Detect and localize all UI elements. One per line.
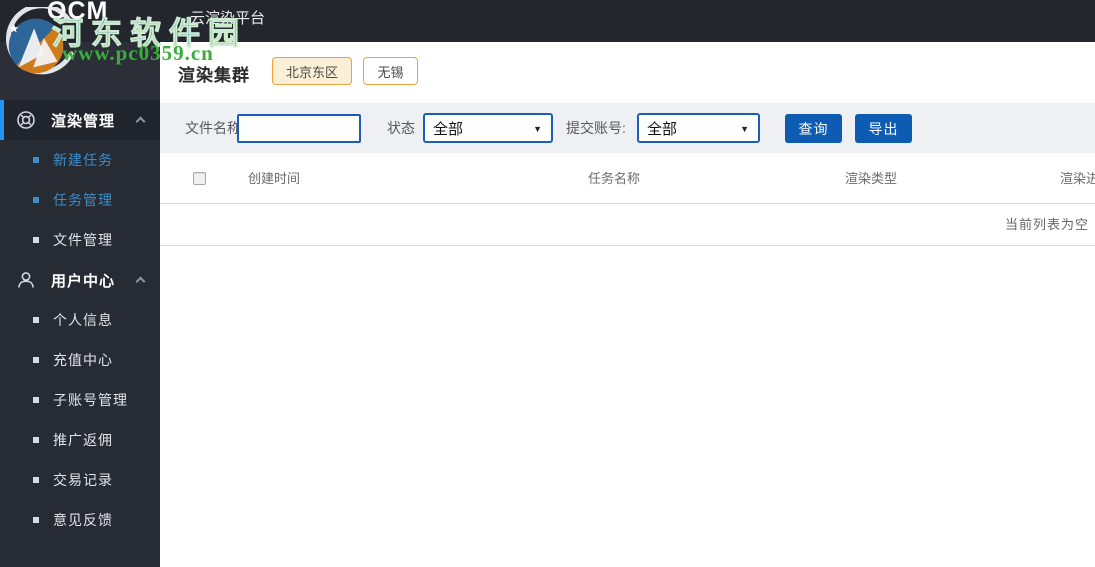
sidebar-item-label: 个人信息 xyxy=(53,312,113,328)
sidebar-item-label: 子账号管理 xyxy=(53,392,128,408)
chevron-up-icon xyxy=(135,116,146,127)
sidebar-item-recharge-center[interactable]: 充值中心 xyxy=(0,340,160,380)
sidebar-item-feedback[interactable]: 意见反馈 xyxy=(0,500,160,540)
bullet-icon xyxy=(33,477,39,483)
dropdown-arrow-icon: ▼ xyxy=(740,124,749,134)
column-header-create-time: 创建时间 xyxy=(248,171,301,186)
column-header-task-name: 任务名称 xyxy=(588,171,641,186)
sidebar-item-new-task[interactable]: 新建任务 xyxy=(0,140,160,180)
select-all-checkbox[interactable] xyxy=(193,172,206,185)
section-label-user-center: 用户中心 xyxy=(51,272,116,290)
sidebar-item-label: 任务管理 xyxy=(53,192,113,208)
sidebar-item-transaction-records[interactable]: 交易记录 xyxy=(0,460,160,500)
section-label-render-management: 渲染管理 xyxy=(51,112,116,130)
export-button[interactable]: 导出 xyxy=(855,114,912,143)
submit-account-select-value: 全部 xyxy=(647,120,678,138)
sidebar-section-user-center[interactable]: 用户中心 xyxy=(0,260,160,300)
platform-title: 云渲染平台 xyxy=(190,10,266,27)
qcm-logo-text: QCM xyxy=(47,0,109,25)
status-label: 状态 xyxy=(387,120,415,136)
main-content: 渲染集群 北京东区 无锡 文件名称 状态 全部 ▼ 提交账号: 全部 ▼ 查询 … xyxy=(160,42,1095,567)
status-select[interactable]: 全部 ▼ xyxy=(423,113,553,143)
sidebar-item-label: 推广返佣 xyxy=(53,432,113,448)
region-button-wuxi[interactable]: 无锡 xyxy=(363,57,418,85)
table-header-row: 创建时间 任务名称 渲染类型 渲染进度 xyxy=(160,153,1095,204)
column-header-render-progress: 渲染进度 xyxy=(1060,171,1095,186)
sidebar-item-label: 意见反馈 xyxy=(53,512,113,528)
sidebar-item-personal-info[interactable]: 个人信息 xyxy=(0,300,160,340)
sidebar-item-task-management[interactable]: 任务管理 xyxy=(0,180,160,220)
file-name-input[interactable] xyxy=(237,114,361,143)
sidebar-item-file-management[interactable]: 文件管理 xyxy=(0,220,160,260)
chevron-up-icon xyxy=(135,276,146,287)
sidebar-item-subaccount-management[interactable]: 子账号管理 xyxy=(0,380,160,420)
sidebar-menu: 渲染管理 新建任务 任务管理 文件管理 用户中心 个人信息 充值中心 子账号管理… xyxy=(0,100,160,540)
sidebar-section-render-management[interactable]: 渲染管理 xyxy=(0,100,160,140)
bullet-icon xyxy=(33,317,39,323)
page-title: 渲染集群 xyxy=(178,66,250,85)
region-button-beijing-east[interactable]: 北京东区 xyxy=(272,57,352,85)
filter-bar: 文件名称 状态 全部 ▼ 提交账号: 全部 ▼ 查询 导出 xyxy=(160,103,1095,153)
aperture-icon xyxy=(17,111,35,129)
dropdown-arrow-icon: ▼ xyxy=(533,124,542,134)
bullet-icon xyxy=(33,437,39,443)
sidebar: 渲染管理 新建任务 任务管理 文件管理 用户中心 个人信息 充值中心 子账号管理… xyxy=(0,42,160,567)
bullet-icon xyxy=(33,157,39,163)
content-header: 渲染集群 北京东区 无锡 xyxy=(160,42,1095,103)
bullet-icon xyxy=(33,197,39,203)
table-empty-row: 当前列表为空 xyxy=(160,204,1095,246)
sidebar-item-label: 交易记录 xyxy=(53,472,113,488)
file-name-label: 文件名称 xyxy=(185,120,241,136)
status-select-value: 全部 xyxy=(433,120,464,138)
submit-account-label: 提交账号: xyxy=(566,120,626,136)
cloud-render-platform-window: 云渲染平台 QCM 渲染管理 新建任务 任务管理 文件管理 用户中心 个人信息 … xyxy=(0,0,1095,567)
topbar: 云渲染平台 xyxy=(0,0,1095,42)
sidebar-item-label: 充值中心 xyxy=(53,352,113,368)
bullet-icon xyxy=(33,397,39,403)
bullet-icon xyxy=(33,517,39,523)
sidebar-item-promotion-rebate[interactable]: 推广返佣 xyxy=(0,420,160,460)
query-button[interactable]: 查询 xyxy=(785,114,842,143)
user-icon xyxy=(18,272,34,288)
sidebar-item-label: 文件管理 xyxy=(53,232,113,248)
sidebar-item-label: 新建任务 xyxy=(53,152,113,168)
bullet-icon xyxy=(33,357,39,363)
logo-block xyxy=(0,42,160,100)
bullet-icon xyxy=(33,237,39,243)
submit-account-select[interactable]: 全部 ▼ xyxy=(637,113,760,143)
empty-list-text: 当前列表为空 xyxy=(1005,217,1090,232)
column-header-render-type: 渲染类型 xyxy=(845,171,898,186)
